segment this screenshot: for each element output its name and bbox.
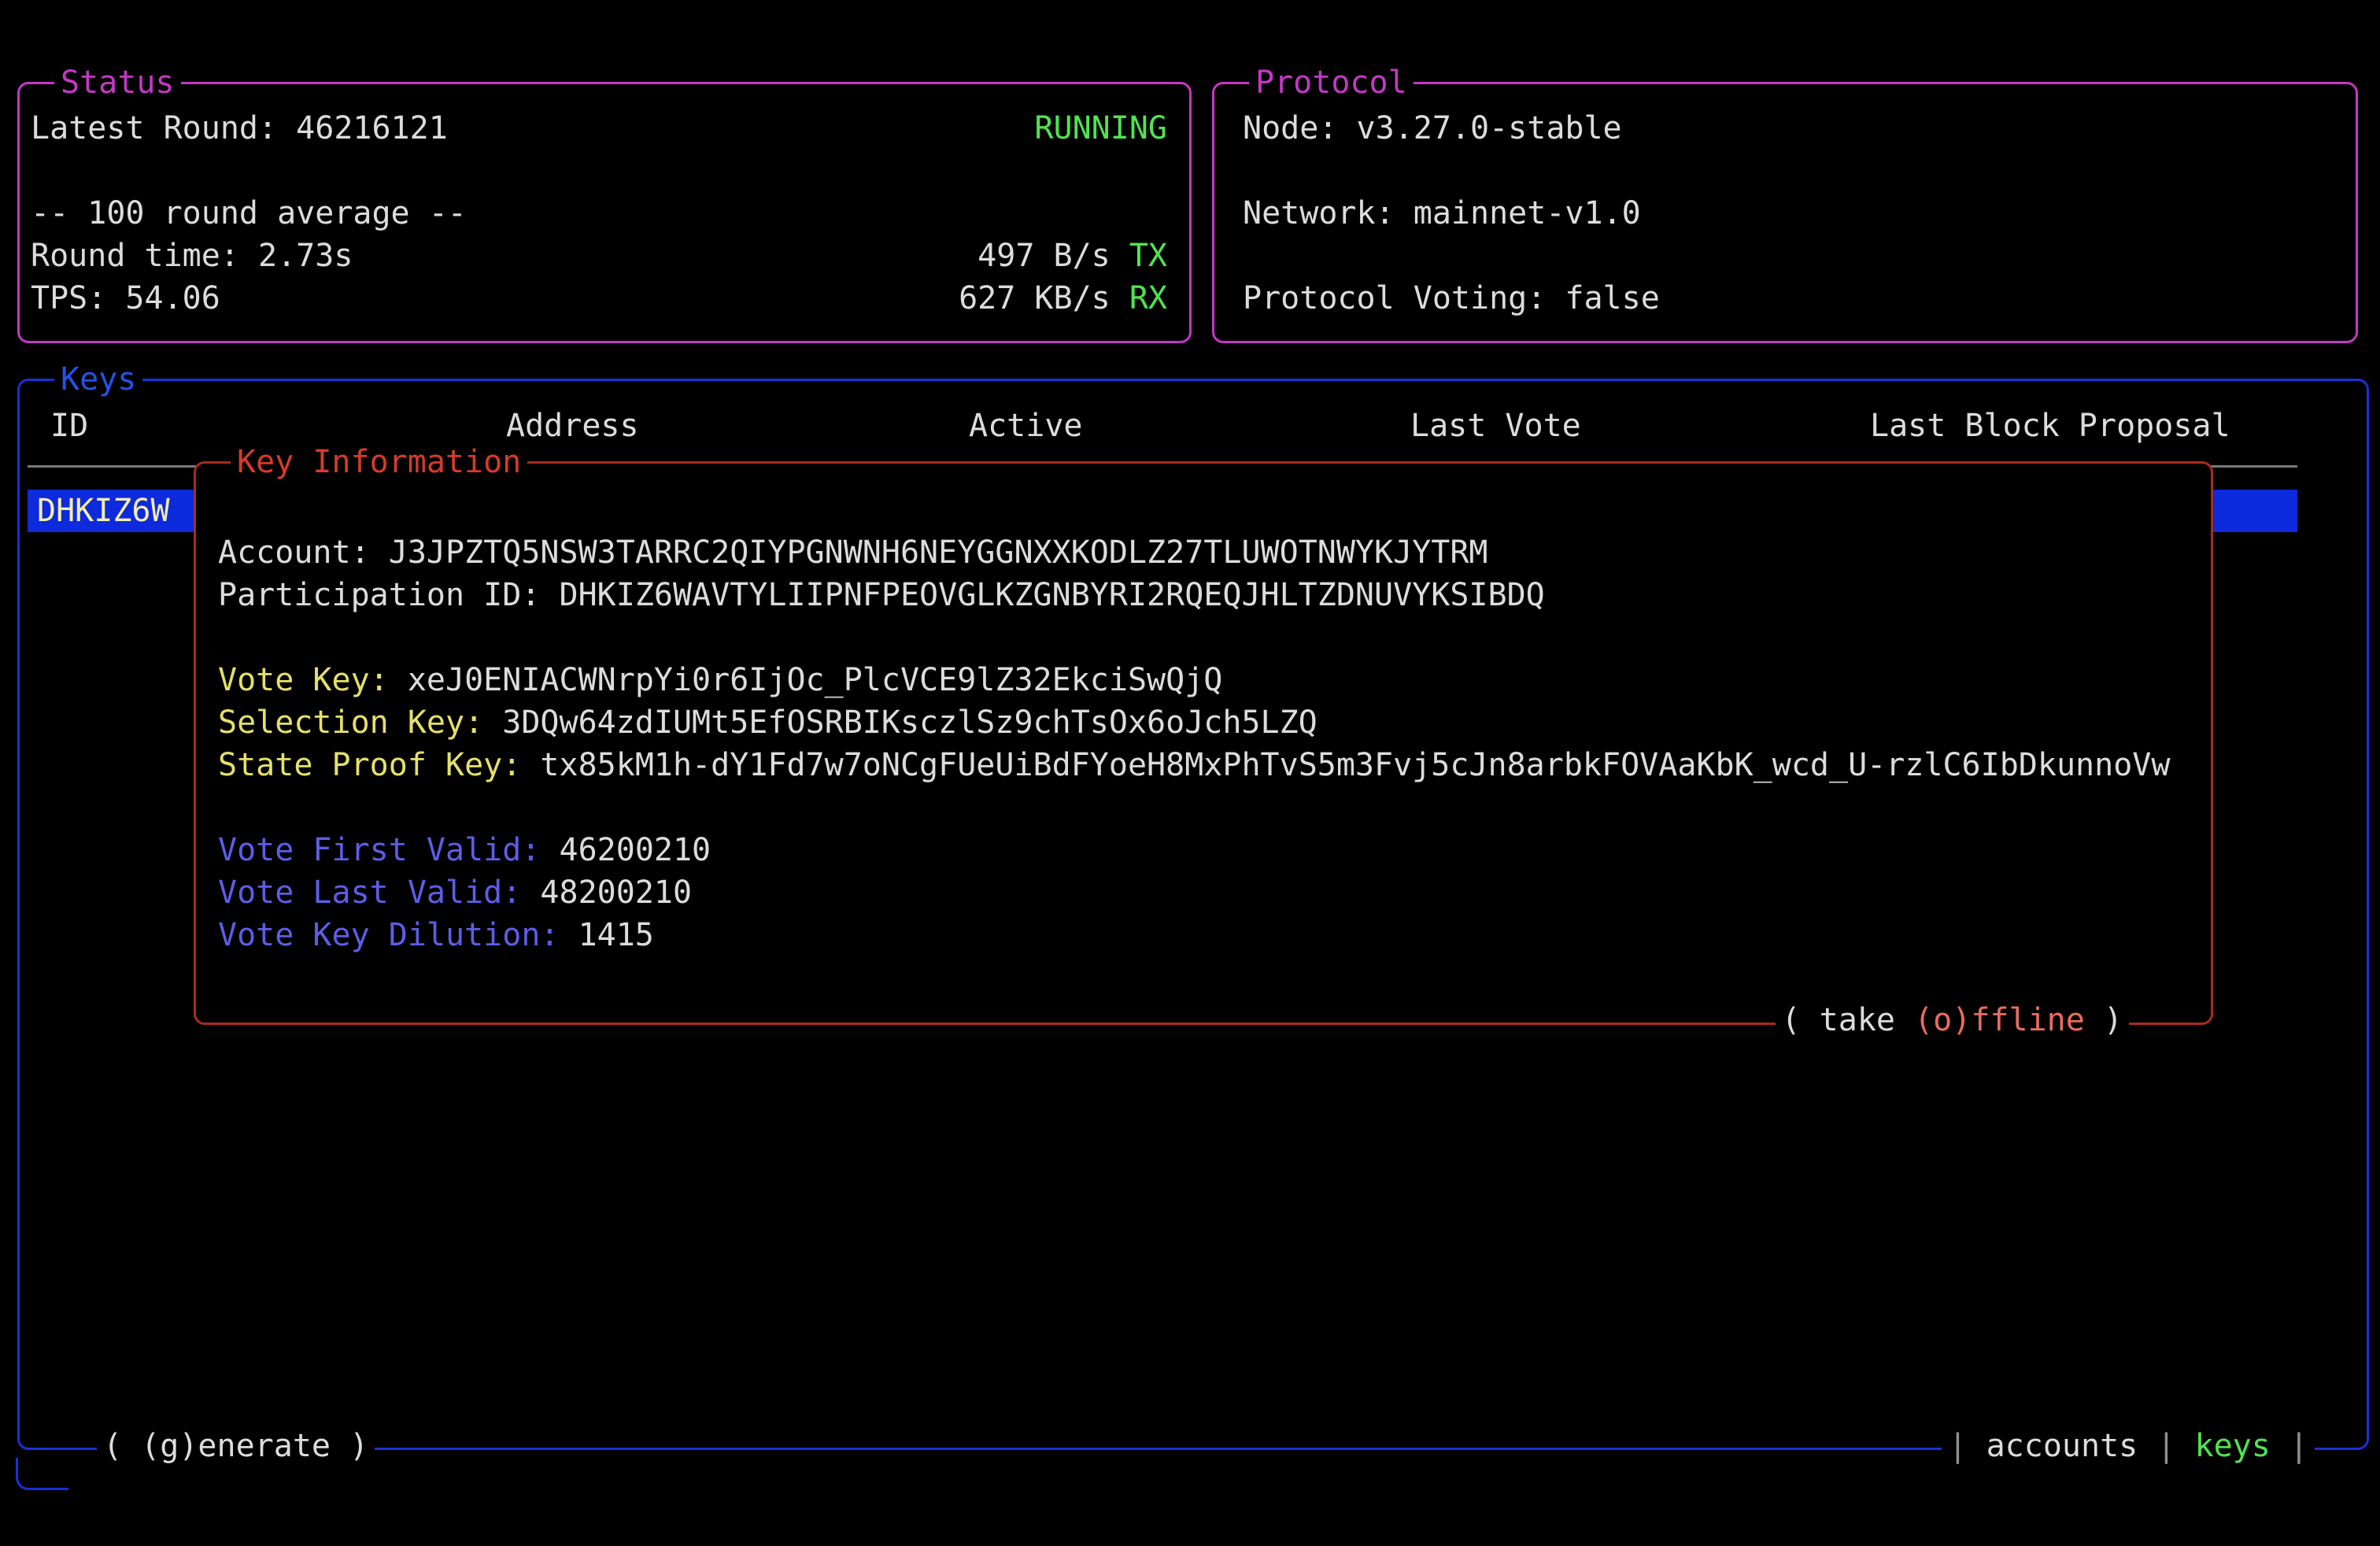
view-tabs: | accounts | keys | bbox=[1942, 1425, 2315, 1467]
tab-separator: | bbox=[2271, 1428, 2308, 1464]
account-line: Account: J3JPZTQ5NSW3TARRC2QIYPGNWNH6NEY… bbox=[218, 531, 1488, 574]
state-proof-key-label: State Proof Key: bbox=[218, 747, 540, 783]
take-offline-button[interactable]: ( take (o)ffline ) bbox=[1776, 999, 2130, 1041]
account-label: Account: bbox=[218, 534, 389, 571]
tab-separator: | bbox=[2138, 1428, 2194, 1464]
selection-key-value: 3DQw64zdIUMt5EfOSRBIKsczlSz9chTsOx6oJch5… bbox=[502, 705, 1318, 741]
tx-label: TX bbox=[1129, 238, 1167, 274]
offline-button-prefix: ( take bbox=[1782, 1002, 1915, 1038]
round-time: Round time: 2.73s bbox=[31, 235, 353, 277]
generate-button[interactable]: ( (g)enerate ) bbox=[97, 1425, 375, 1467]
selection-key-label: Selection Key: bbox=[218, 705, 502, 741]
keys-panel-title: Keys bbox=[54, 358, 142, 401]
round-average-header: -- 100 round average -- bbox=[31, 192, 467, 235]
vote-last-valid-value: 48200210 bbox=[540, 875, 692, 911]
column-header-last-block-proposal: Last Block Proposal bbox=[1870, 405, 2230, 447]
protocol-panel-title: Protocol bbox=[1249, 61, 1414, 104]
running-status-badge: RUNNING bbox=[1034, 107, 1167, 150]
column-header-last-vote: Last Vote bbox=[1410, 405, 1581, 447]
participation-id-label: Participation ID: bbox=[218, 577, 559, 613]
column-header-id: ID bbox=[50, 405, 88, 447]
selection-key-line: Selection Key: 3DQw64zdIUMt5EfOSRBIKsczl… bbox=[218, 701, 1318, 744]
state-proof-key-value: tx85kM1h-dY1Fd7w7oNCgFUeUiBdFYoeH8MxPhTv… bbox=[540, 747, 2170, 783]
tab-accounts[interactable]: accounts bbox=[1986, 1428, 2138, 1464]
rx-rate-value: 627 KB/s bbox=[959, 280, 1129, 316]
tx-rate-value: 497 B/s bbox=[978, 238, 1129, 274]
tps: TPS: 54.06 bbox=[31, 277, 220, 320]
key-information-title: Key Information bbox=[231, 441, 527, 483]
network: Network: mainnet-v1.0 bbox=[1243, 192, 1641, 235]
border-corner-artifact bbox=[16, 1458, 68, 1490]
account-value: J3JPZTQ5NSW3TARRC2QIYPGNWNH6NEYGGNXXKODL… bbox=[389, 534, 1488, 571]
protocol-voting: Protocol Voting: false bbox=[1243, 277, 1660, 320]
rx-rate: 627 KB/s RX bbox=[959, 277, 1167, 320]
vote-key-label: Vote Key: bbox=[218, 662, 408, 698]
vote-key-dilution-line: Vote Key Dilution: 1415 bbox=[218, 914, 654, 956]
column-header-active: Active bbox=[969, 405, 1083, 447]
status-panel-title: Status bbox=[54, 61, 181, 104]
node-version: Node: v3.27.0-stable bbox=[1243, 107, 1622, 150]
tab-separator: | bbox=[1948, 1428, 1986, 1464]
vote-key-dilution-label: Vote Key Dilution: bbox=[218, 917, 578, 953]
vote-last-valid-line: Vote Last Valid: 48200210 bbox=[218, 871, 692, 914]
vote-key-line: Vote Key: xeJ0ENIACWNrpYi0r6IjOc_PlcVCE9… bbox=[218, 659, 1222, 701]
vote-key-dilution-value: 1415 bbox=[578, 917, 654, 953]
selected-row-id: DHKIZ6W bbox=[37, 490, 170, 532]
tab-keys[interactable]: keys bbox=[2195, 1428, 2271, 1464]
key-information-dialog: Key Information Account: J3JPZTQ5NSW3TAR… bbox=[194, 461, 2213, 1025]
offline-button-suffix: ) bbox=[2085, 1002, 2123, 1038]
rx-label: RX bbox=[1129, 280, 1167, 316]
protocol-panel: Protocol Node: v3.27.0-stable Network: m… bbox=[1212, 82, 2358, 343]
vote-first-valid-value: 46200210 bbox=[559, 832, 711, 868]
latest-round: Latest Round: 46216121 bbox=[31, 107, 448, 150]
participation-id-line: Participation ID: DHKIZ6WAVTYLIIPNFPEOVG… bbox=[218, 574, 1545, 616]
tx-rate: 497 B/s TX bbox=[978, 235, 1167, 277]
vote-key-value: xeJ0ENIACWNrpYi0r6IjOc_PlcVCE9lZ32EkciSw… bbox=[408, 662, 1223, 698]
vote-first-valid-label: Vote First Valid: bbox=[218, 832, 559, 868]
vote-last-valid-label: Vote Last Valid: bbox=[218, 875, 540, 911]
vote-first-valid-line: Vote First Valid: 46200210 bbox=[218, 829, 711, 871]
offline-button-hotkey: (o)ffline bbox=[1914, 1002, 2085, 1038]
participation-id-value: DHKIZ6WAVTYLIIPNFPEOVGLKZGNBYRI2RQEQJHLT… bbox=[559, 577, 1544, 613]
status-panel: Status Latest Round: 46216121 RUNNING --… bbox=[17, 82, 1192, 343]
state-proof-key-line: State Proof Key: tx85kM1h-dY1Fd7w7oNCgFU… bbox=[218, 744, 2170, 786]
terminal-screen: Status Latest Round: 46216121 RUNNING --… bbox=[0, 0, 2380, 1546]
